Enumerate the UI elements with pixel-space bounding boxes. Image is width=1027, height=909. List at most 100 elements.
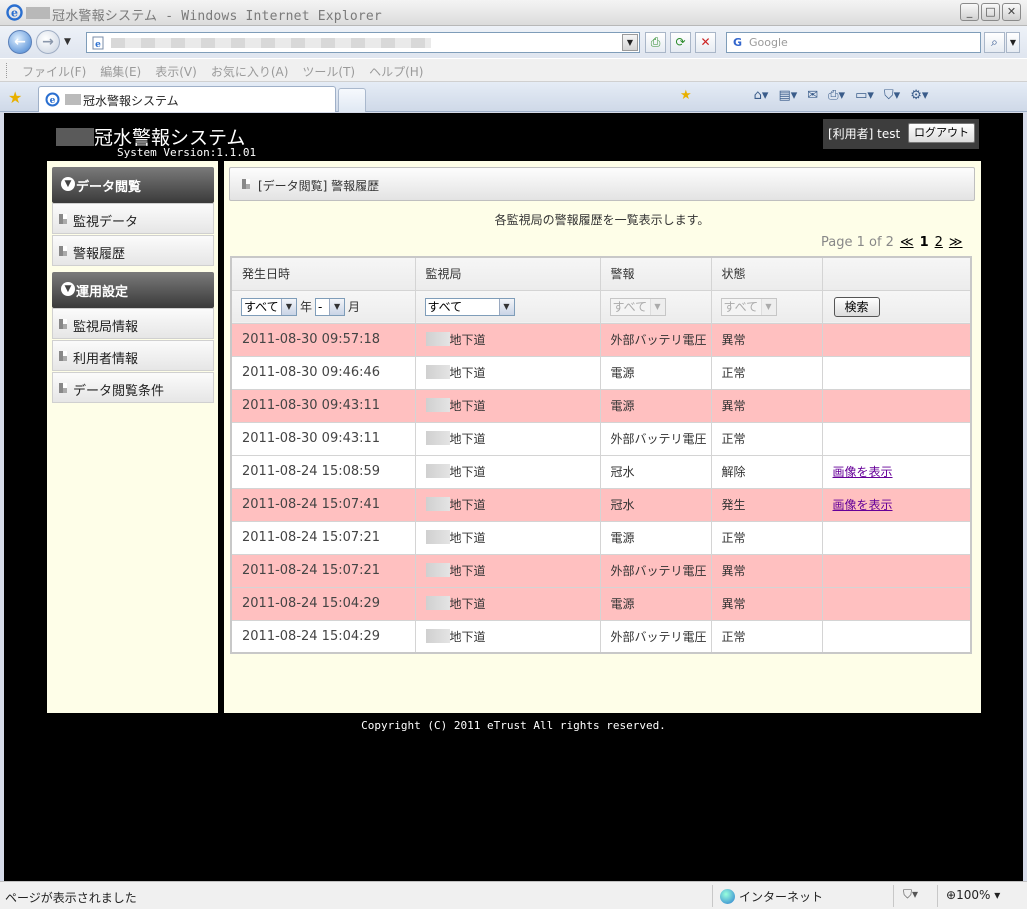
year-label: 年 (300, 300, 313, 314)
first-page-link[interactable]: ≪ (900, 235, 914, 250)
chevron-down-icon: ▼ (61, 282, 75, 296)
back-button[interactable]: ← (8, 30, 32, 54)
search-input[interactable]: G Google (726, 32, 981, 53)
sidebar-section-title: データ閲覧 (76, 180, 142, 195)
menu-tools[interactable]: ツール(T) (302, 63, 355, 80)
new-tab-button[interactable] (338, 88, 366, 112)
status-bar: ページが表示されました インターネット ⛉▾ ⊕100% ▾ (0, 881, 1027, 909)
cell-station: 地下道 (414, 553, 601, 588)
sidebar-item-user-info[interactable]: 利用者情報 (52, 340, 214, 371)
chevron-down-icon: ▼ (281, 298, 296, 315)
bullet-icon (242, 179, 250, 189)
table-row: 2011-08-24 15:07:41 地下道 冠水 発生 画像を表示 (230, 487, 972, 522)
month-select-value: - (318, 299, 323, 314)
page-description: 各監視局の警報履歴を一覧表示します。 (494, 213, 710, 227)
menu-favorites[interactable]: お気に入り(A) (211, 63, 289, 80)
zoom-level[interactable]: ⊕100% ▾ (946, 888, 1000, 902)
alarm-history-table: 発生日時 監視局 警報 状態 すべて ▼ 年 - ▼ 月 すべて ▼ すべて ▼… (230, 256, 972, 654)
show-image-link[interactable]: 画像を表示 (833, 465, 893, 479)
feeds-icon[interactable]: ▤▾ (778, 88, 797, 103)
protected-mode-icon[interactable]: ⛉▾ (903, 887, 918, 902)
table-row: 2011-08-30 09:46:46 地下道 電源 正常 (230, 355, 972, 390)
favorites-star-icon[interactable]: ★ (8, 88, 22, 107)
cell-alarm: 電源 (599, 520, 712, 555)
menu-help[interactable]: ヘルプ(H) (369, 63, 423, 80)
print-icon[interactable]: ⎙▾ (828, 88, 845, 103)
recent-pages-dropdown-icon[interactable]: ▼ (64, 37, 71, 47)
sidebar-item-monitor-data[interactable]: 監視データ (52, 203, 214, 234)
alarm-select[interactable]: すべて ▼ (609, 297, 666, 316)
sidebar-item-station-info[interactable]: 監視局情報 (52, 308, 214, 339)
globe-icon (720, 889, 735, 904)
logout-button[interactable]: ログアウト (908, 123, 975, 143)
redacted-title-prefix (26, 7, 50, 19)
page-2-link[interactable]: 2 (935, 235, 943, 250)
redacted-station-prefix (425, 563, 450, 577)
bullet-icon (59, 246, 67, 256)
month-select[interactable]: - ▼ (315, 297, 346, 316)
page-title: [データ閲覧] 警報履歴 (258, 179, 380, 193)
cell-alarm: 電源 (599, 355, 712, 390)
user-label: [利用者] test (828, 127, 901, 141)
mail-icon[interactable]: ✉ (807, 88, 818, 103)
pagination: Page 1 of 2 ≪ 1 2 ≫ (821, 235, 963, 250)
cell-state: 正常 (710, 520, 823, 555)
sidebar-item-alarm-history[interactable]: 警報履歴 (52, 235, 214, 266)
page-status: Page 1 of 2 (821, 235, 894, 250)
station-select[interactable]: すべて ▼ (424, 297, 515, 316)
stop-icon[interactable]: ✕ (695, 32, 716, 53)
redacted-station-prefix (425, 628, 450, 643)
redacted-station-prefix (425, 365, 450, 379)
toolbar-grip (6, 63, 9, 78)
cell-datetime: 2011-08-30 09:43:11 (230, 421, 416, 456)
chevron-down-icon: ▼ (760, 298, 776, 315)
show-image-link[interactable]: 画像を表示 (833, 498, 893, 512)
sidebar-item-view-conditions[interactable]: データ閲覧条件 (52, 372, 214, 403)
redacted-station-prefix (425, 497, 450, 511)
cell-alarm: 冠水 (599, 487, 712, 522)
search-button[interactable]: 検索 (833, 296, 880, 317)
page-menu-icon[interactable]: ▭▾ (855, 88, 874, 103)
sidebar-item-label: 利用者情報 (73, 352, 139, 367)
refresh-icon[interactable]: ⟳ (670, 32, 691, 53)
search-icon[interactable]: ⌕ (984, 32, 1005, 53)
table-header-row: 発生日時 監視局 警報 状態 (230, 256, 972, 291)
cell-station: 地下道 (414, 322, 601, 357)
tools-gear-icon[interactable]: ⚙▾ (910, 88, 928, 103)
address-input[interactable]: e ▼ (86, 32, 640, 53)
address-dropdown-icon[interactable]: ▼ (622, 34, 638, 51)
year-select-value: すべて (244, 299, 279, 314)
sidebar-divider (218, 161, 224, 713)
zoom-value: 100% (956, 888, 991, 902)
sidebar-section-title: 運用設定 (76, 285, 129, 300)
tab-current[interactable]: e 冠水警報システム (38, 86, 336, 112)
search-options-icon[interactable]: ▼ (1006, 32, 1020, 53)
menu-view[interactable]: 表示(V) (155, 63, 197, 80)
forward-button[interactable]: → (36, 30, 60, 54)
add-favorite-icon[interactable]: ★ (680, 88, 692, 103)
state-select-value: すべて (723, 299, 759, 314)
redacted-station-prefix (425, 398, 450, 412)
cell-alarm: 外部バッテリ電圧 (599, 421, 712, 456)
menu-edit[interactable]: 編集(E) (100, 63, 141, 80)
close-window-button[interactable]: ✕ (1002, 3, 1021, 21)
cell-action (821, 421, 972, 456)
menu-file[interactable]: ファイル(F) (22, 63, 86, 80)
redacted-site-prefix (56, 128, 94, 146)
bullet-icon (59, 383, 67, 393)
last-page-link[interactable]: ≫ (949, 235, 963, 250)
year-select[interactable]: すべて ▼ (241, 297, 297, 316)
minimize-button[interactable]: _ (960, 3, 979, 21)
safety-menu-icon[interactable]: ⛉▾ (884, 88, 900, 103)
security-zone[interactable]: インターネット (720, 888, 823, 905)
compatibility-view-icon[interactable]: ⎙ (645, 32, 666, 53)
state-select[interactable]: すべて ▼ (720, 297, 777, 316)
copyright: Copyright (C) 2011 eTrust All rights res… (361, 719, 666, 732)
home-icon[interactable]: ⌂▾ (754, 88, 769, 103)
station-select-value: すべて (427, 299, 463, 314)
redacted-station-prefix (425, 464, 450, 478)
maximize-button[interactable]: □ (981, 3, 1000, 21)
redacted-station-prefix (425, 431, 450, 445)
sidebar-section-data-view: ▼ データ閲覧 (52, 167, 214, 203)
cell-state: 正常 (710, 355, 823, 390)
